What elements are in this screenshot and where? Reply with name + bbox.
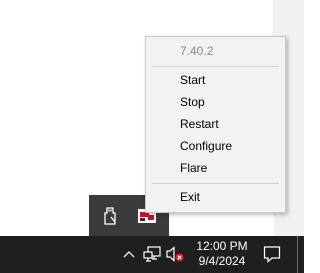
usb-drive-icon[interactable] xyxy=(97,203,123,229)
system-clock[interactable]: 12:00 PM 9/4/2024 xyxy=(189,239,255,269)
menu-separator xyxy=(152,66,279,67)
notification-icon[interactable] xyxy=(263,245,281,263)
tray-context-menu: 7.40.2 Start Stop Restart Configure Flar… xyxy=(145,36,286,213)
clock-time: 12:00 PM xyxy=(196,239,248,253)
menu-item-configure[interactable]: Configure xyxy=(146,135,285,157)
menu-item-flare[interactable]: Flare xyxy=(146,157,285,179)
show-desktop-divider[interactable] xyxy=(297,236,298,273)
menu-item-restart[interactable]: Restart xyxy=(146,113,285,135)
network-icon[interactable] xyxy=(143,245,161,263)
taskbar: 12:00 PM 9/4/2024 xyxy=(0,236,304,273)
version-label: 7.40.2 xyxy=(180,44,214,58)
menu-item-exit[interactable]: Exit xyxy=(146,186,285,208)
clock-date: 9/4/2024 xyxy=(198,254,246,268)
menu-item-stop[interactable]: Stop xyxy=(146,91,285,113)
chevron-up-icon[interactable] xyxy=(120,245,138,263)
menu-separator xyxy=(152,183,279,184)
volume-muted-icon[interactable] xyxy=(166,245,184,263)
menu-item-start[interactable]: Start xyxy=(146,69,285,91)
